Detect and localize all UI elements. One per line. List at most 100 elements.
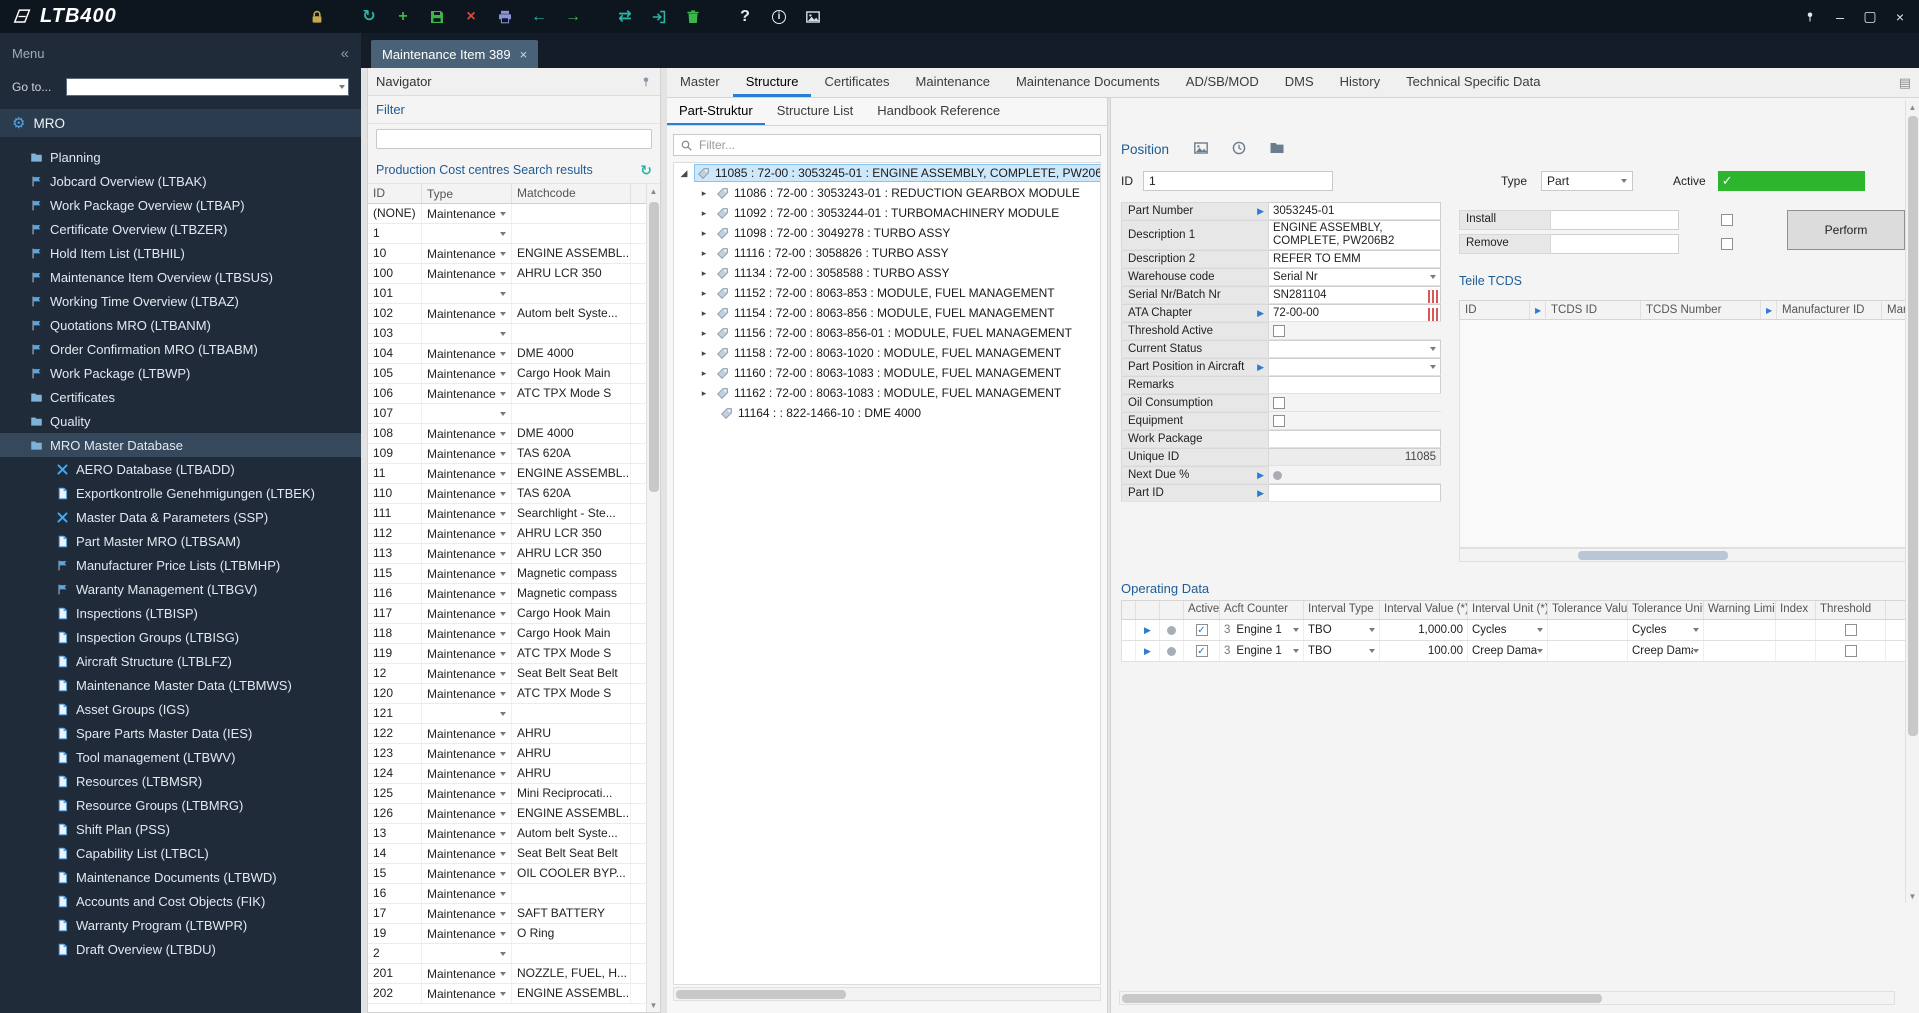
cost-centre-type-select[interactable]: Maintenance	[422, 564, 512, 583]
column-header[interactable]: Interval Unit (*)	[1468, 601, 1548, 619]
expander-icon[interactable]: ▸	[698, 328, 710, 339]
sidebar-item[interactable]: Jobcard Overview (LTBAK)	[0, 169, 361, 193]
table-row[interactable]: 10 Maintenance ENGINE ASSEMBL...	[368, 244, 660, 264]
tree-node[interactable]: ▸ 11134 : 72-00 : 3058588 : TURBO ASSY	[674, 263, 1100, 283]
threshold-cell[interactable]	[1816, 641, 1886, 661]
cost-centre-type-select[interactable]: Maintenance	[422, 804, 512, 823]
results-section-header[interactable]: Production Cost centres Search results ↻	[368, 156, 660, 184]
cost-centre-type-select[interactable]: Maintenance	[422, 624, 512, 643]
sidebar-item[interactable]: Work Package (LTBWP)	[0, 361, 361, 385]
expander-icon[interactable]: ▸	[698, 288, 710, 299]
tree-node-root[interactable]: ◢ 11085 : 72-00 : 3053245-01 : ENGINE ASS…	[674, 163, 1100, 183]
column-header[interactable]: Interval Type	[1304, 601, 1380, 619]
cost-centre-type-select[interactable]: Maintenance	[422, 884, 512, 903]
cost-centre-type-select[interactable]: Maintenance	[422, 384, 512, 403]
position-type-select[interactable]: Part	[1541, 171, 1634, 191]
table-row[interactable]: 110 Maintenance TAS 620A	[368, 484, 660, 504]
table-row[interactable]: 19 Maintenance O Ring	[368, 924, 660, 944]
sidebar-item[interactable]: Order Confirmation MRO (LTBABM)	[0, 337, 361, 361]
cost-centre-type-select[interactable]	[422, 284, 512, 303]
acft-counter-select[interactable]: 3 Engine 1	[1220, 620, 1304, 640]
table-row[interactable]: 105 Maintenance Cargo Hook Main	[368, 364, 660, 384]
back-button[interactable]: ←	[522, 3, 556, 30]
tree-node[interactable]: ▸ 11158 : 72-00 : 8063-1020 : MODULE, FUE…	[674, 343, 1100, 363]
sidebar-item[interactable]: Part Master MRO (LTBSAM)	[0, 529, 361, 553]
tab-history[interactable]: History	[1327, 68, 1393, 97]
table-row[interactable]: 13 Maintenance Autom belt Syste...	[368, 824, 660, 844]
table-row[interactable]: 126 Maintenance ENGINE ASSEMBL...	[368, 804, 660, 824]
field-value[interactable]	[1269, 484, 1441, 501]
table-row[interactable]: 121	[368, 704, 660, 724]
sidebar-item[interactable]: Capability List (LTBCL)	[0, 841, 361, 865]
image-button[interactable]	[796, 3, 830, 30]
cost-centre-type-select[interactable]: Maintenance	[422, 684, 512, 703]
table-row[interactable]: 113 Maintenance AHRU LCR 350	[368, 544, 660, 564]
remove-field[interactable]	[1551, 234, 1679, 254]
sidebar-item[interactable]: Resource Groups (LTBMRG)	[0, 793, 361, 817]
sort-arrow-icon[interactable]: ▶	[1530, 301, 1546, 319]
field-arrow-icon[interactable]: ▶	[1257, 308, 1264, 319]
field-value[interactable]	[1269, 394, 1441, 411]
cost-centre-type-select[interactable]: Maintenance	[422, 664, 512, 683]
table-row[interactable]: 106 Maintenance ATC TPX Mode S	[368, 384, 660, 404]
close-icon[interactable]: ×	[1887, 5, 1913, 29]
sidebar-item[interactable]: Warranty Program (LTBWPR)	[0, 913, 361, 937]
cost-centre-type-select[interactable]: Maintenance	[422, 924, 512, 943]
active-cell[interactable]	[1184, 620, 1220, 640]
tree-node[interactable]: ▸ 11092 : 72-00 : 3053244-01 : TURBOMACHI…	[674, 203, 1100, 223]
active-indicator[interactable]	[1717, 171, 1865, 191]
tolerance-value-field[interactable]	[1548, 641, 1628, 661]
expander-icon[interactable]: ▸	[698, 348, 710, 359]
sort-arrow-icon[interactable]: ▶	[1761, 301, 1777, 319]
expander-icon[interactable]: ▸	[698, 228, 710, 239]
cost-centre-type-select[interactable]: Maintenance	[422, 984, 512, 1003]
tree-node[interactable]: ▸ 11098 : 72-00 : 3049278 : TURBO ASSY	[674, 223, 1100, 243]
field-arrow-icon[interactable]: ▶	[1257, 488, 1264, 499]
sidebar-item[interactable]: Inspection Groups (LTBISG)	[0, 625, 361, 649]
pin-button[interactable]	[1797, 5, 1823, 29]
cost-centre-type-select[interactable]	[422, 704, 512, 723]
table-row[interactable]: 118 Maintenance Cargo Hook Main	[368, 624, 660, 644]
sidebar-item[interactable]: Exportkontrolle Genehmigungen (LTBEK)	[0, 481, 361, 505]
field-arrow-icon[interactable]: ▶	[1257, 362, 1264, 373]
tolerance-value-field[interactable]	[1548, 620, 1628, 640]
column-header[interactable]: Active	[1184, 601, 1220, 619]
table-row[interactable]: 16 Maintenance	[368, 884, 660, 904]
position-id-field[interactable]: 1	[1143, 171, 1333, 191]
table-row[interactable]: 202 Maintenance ENGINE ASSEMBL...	[368, 984, 660, 1004]
sidebar-item[interactable]: Master Data & Parameters (SSP)	[0, 505, 361, 529]
sidebar-item[interactable]: AERO Database (LTBADD)	[0, 457, 361, 481]
column-header[interactable]: TCDS Number	[1641, 301, 1761, 319]
tab-maintenance[interactable]: Maintenance	[903, 68, 1003, 97]
table-row[interactable]: 101	[368, 284, 660, 304]
column-header[interactable]: Index	[1776, 601, 1816, 619]
table-row[interactable]: 12 Maintenance Seat Belt Seat Belt	[368, 664, 660, 684]
expander-icon[interactable]: ▸	[698, 188, 710, 199]
sidebar-item[interactable]: Work Package Overview (LTBAP)	[0, 193, 361, 217]
tab-ad-sb-mod[interactable]: AD/SB/MOD	[1173, 68, 1272, 97]
sidebar-item[interactable]: Quality	[0, 409, 361, 433]
expander-icon[interactable]: ▶	[1136, 641, 1160, 661]
pin-icon[interactable]	[640, 76, 652, 88]
active-checkbox[interactable]	[1195, 645, 1208, 657]
sidebar-item[interactable]: Draft Overview (LTBDU)	[0, 937, 361, 961]
expander-icon[interactable]: ▶	[1136, 620, 1160, 640]
tcds-horizontal-scrollbar[interactable]	[1459, 548, 1909, 562]
sidebar-item[interactable]: Hold Item List (LTBHIL)	[0, 241, 361, 265]
image-button[interactable]	[1193, 140, 1209, 159]
table-row[interactable]: 111 Maintenance Searchlight - Ste...	[368, 504, 660, 524]
interval-type-select[interactable]: TBO	[1304, 620, 1380, 640]
cost-centre-type-select[interactable]: Maintenance	[422, 764, 512, 783]
table-row[interactable]: 17 Maintenance SAFT BATTERY	[368, 904, 660, 924]
cost-centre-type-select[interactable]: Maintenance	[422, 824, 512, 843]
warning-limit-field[interactable]	[1704, 641, 1776, 661]
cost-centre-type-select[interactable]	[422, 944, 512, 963]
cost-centre-type-select[interactable]: Maintenance	[422, 204, 512, 223]
sidebar-item[interactable]: Shift Plan (PSS)	[0, 817, 361, 841]
field-arrow-icon[interactable]: ▶	[1257, 470, 1264, 481]
field-value[interactable]	[1269, 376, 1441, 393]
cost-centre-type-select[interactable]: Maintenance	[422, 424, 512, 443]
cost-centre-type-select[interactable]: Maintenance	[422, 744, 512, 763]
table-row[interactable]: 14 Maintenance Seat Belt Seat Belt	[368, 844, 660, 864]
tolerance-unit-select[interactable]: Cycles	[1628, 620, 1704, 640]
